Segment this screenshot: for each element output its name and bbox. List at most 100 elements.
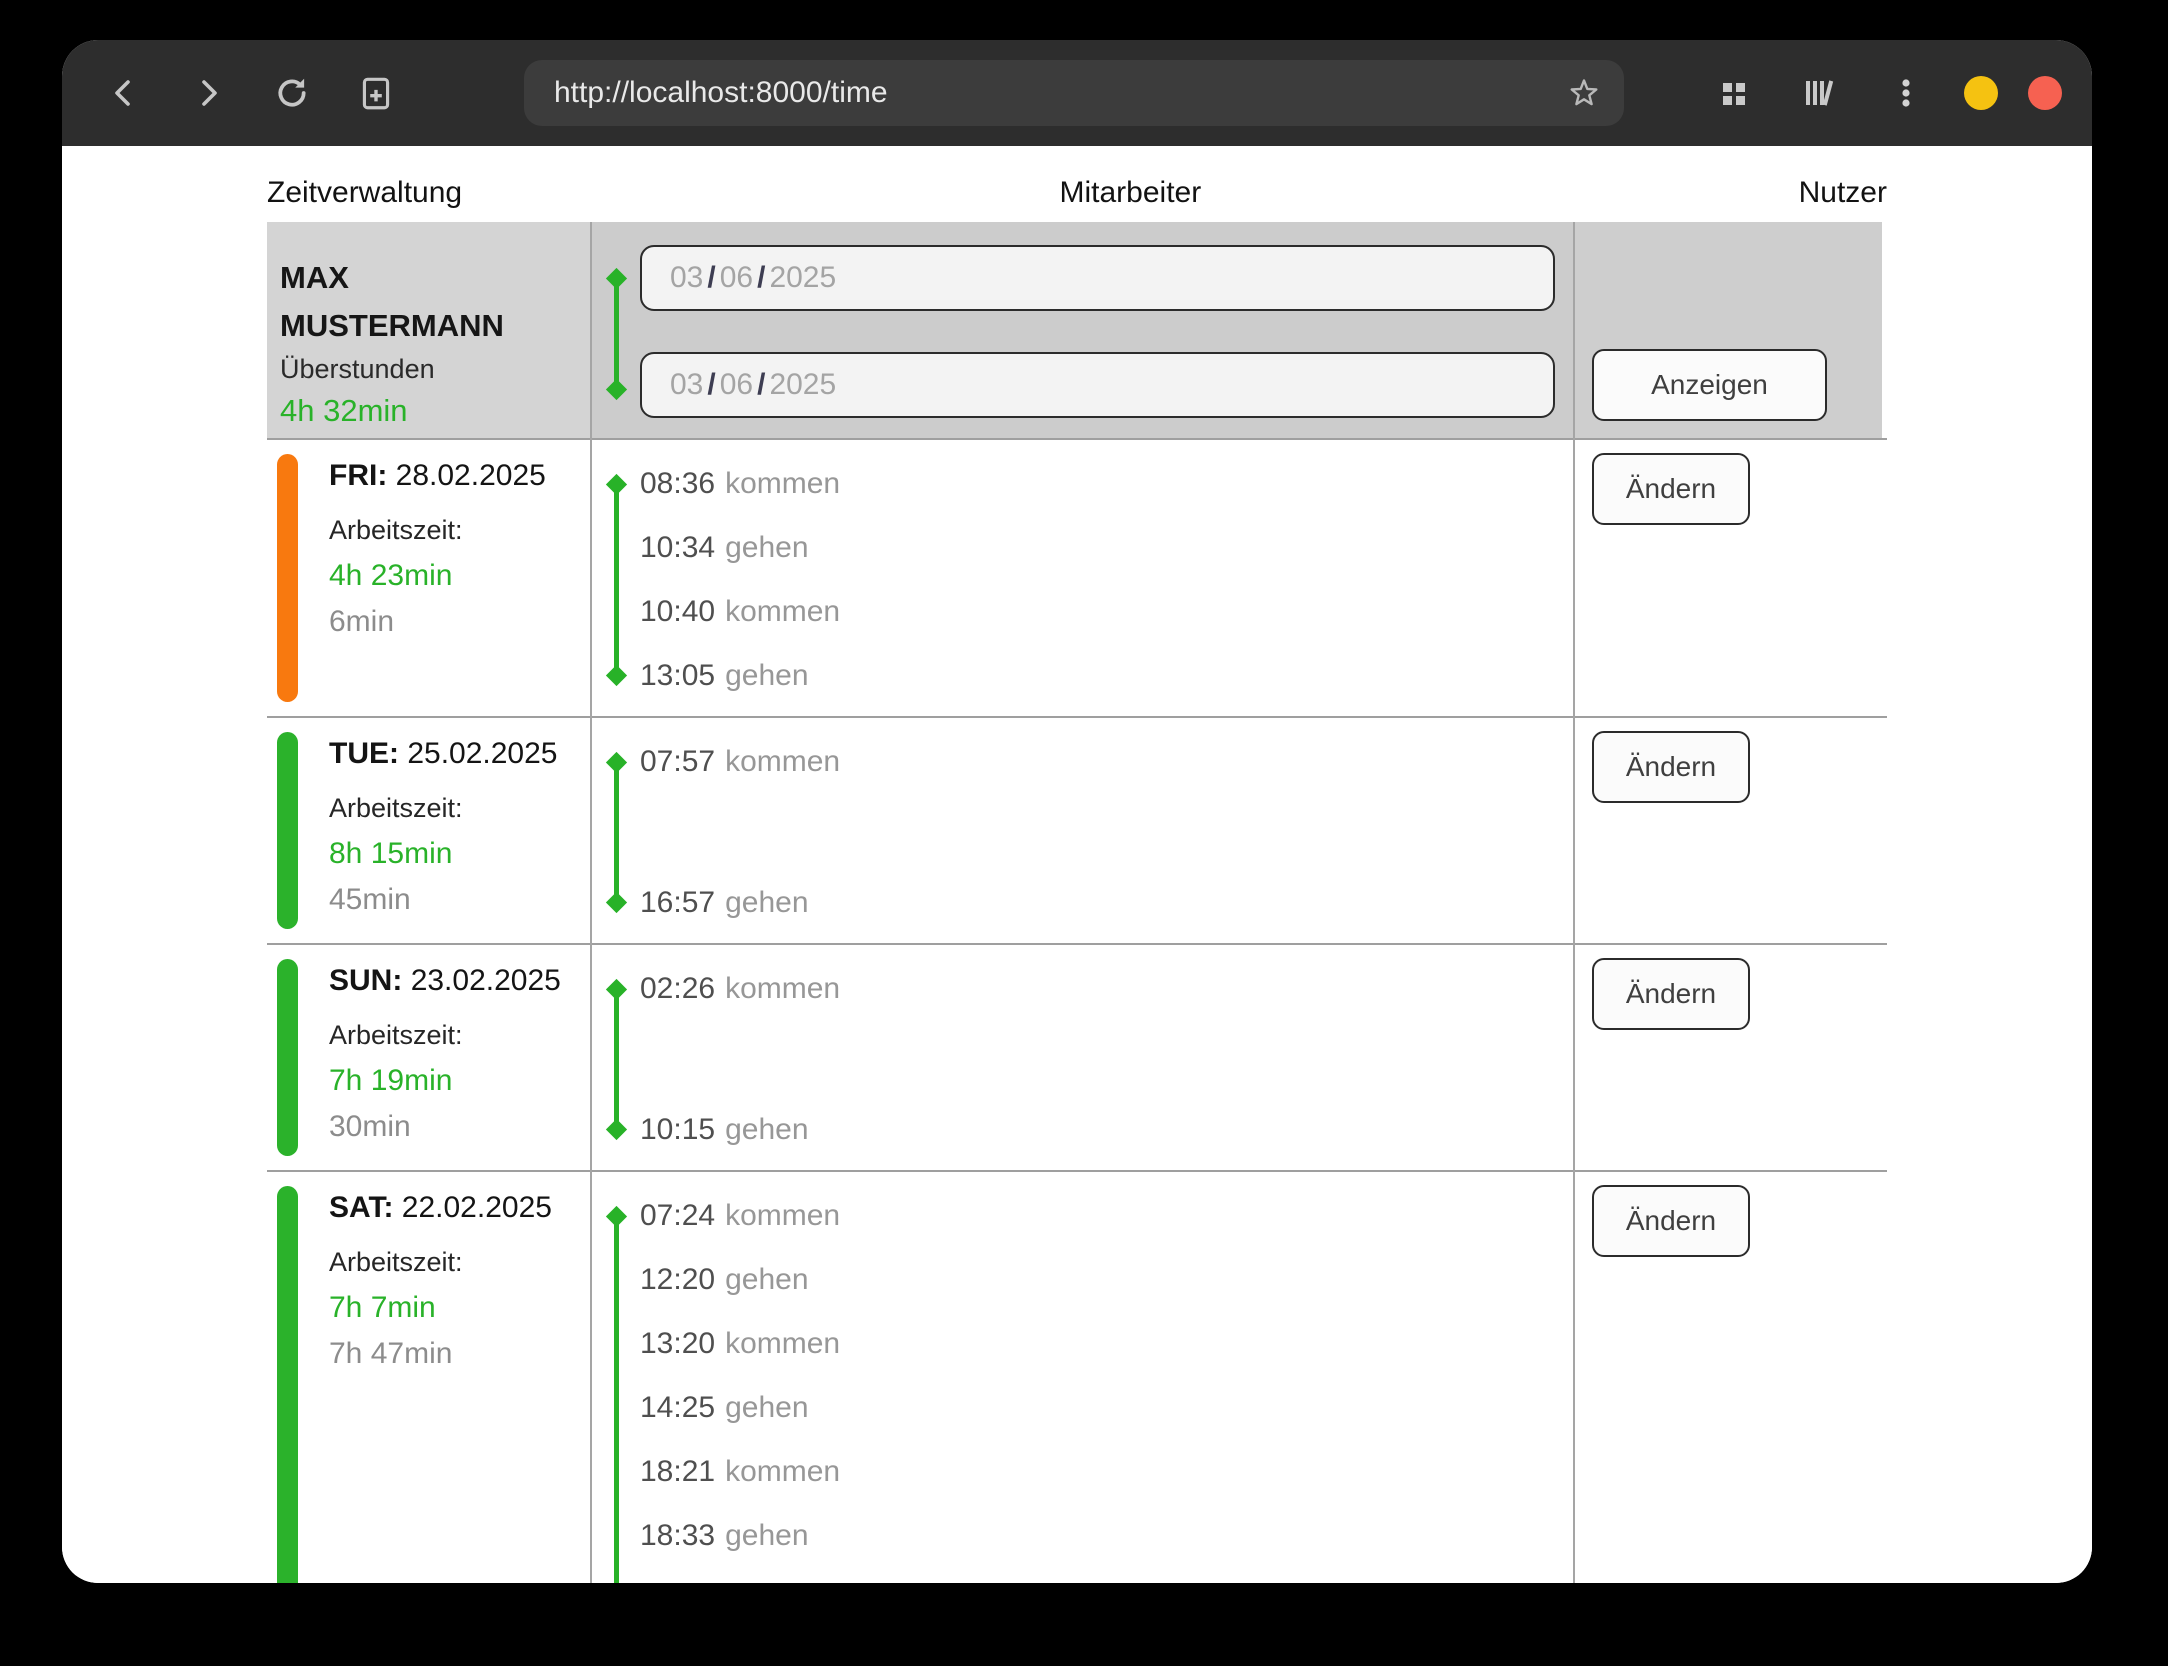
entry-kind: gehen — [725, 1263, 808, 1296]
date-to-input[interactable]: 03/06/2025 — [640, 352, 1555, 418]
entry-kind: kommen — [725, 1327, 840, 1360]
reload-button[interactable] — [264, 65, 320, 121]
aendern-button[interactable]: Ändern — [1592, 731, 1750, 803]
titlebar-right-icons — [1706, 65, 2062, 121]
nav-item-zeitverwaltung[interactable]: Zeitverwaltung — [267, 176, 462, 210]
menu-button[interactable] — [1878, 65, 1934, 121]
bookmark-star-icon[interactable] — [1566, 75, 1602, 111]
kebab-menu-icon — [1889, 73, 1923, 113]
time-entry: 13:20kommen — [590, 1312, 1573, 1376]
entry-time: 13:05 — [640, 659, 715, 692]
time-entry: 02:26kommen — [590, 957, 1573, 1021]
day-summary-cell: TUE: 25.02.2025 Arbeitszeit: 8h 15min 45… — [267, 718, 590, 943]
time-entries: 07:24kommen 12:20gehen 13:20kommen 14:25… — [590, 1172, 1573, 1583]
worktime-label: Arbeitszeit: — [329, 792, 590, 824]
time-span-connector — [614, 762, 619, 903]
entry-time: 08:36 — [640, 467, 715, 500]
employee-summary-cell: MAX MUSTERMANN Überstunden 4h 32min — [267, 222, 590, 438]
entry-time: 10:15 — [640, 1113, 715, 1146]
back-button[interactable] — [96, 65, 152, 121]
entry-kind: kommen — [725, 972, 840, 1005]
day-status-bar — [277, 732, 298, 929]
pause-value: 7h 47min — [329, 1336, 590, 1372]
date-from-input[interactable]: 03/06/2025 — [640, 245, 1555, 311]
table-header: MAX MUSTERMANN Überstunden 4h 32min 03/0… — [267, 222, 1887, 438]
pause-value: 6min — [329, 604, 590, 640]
pause-value: 30min — [329, 1109, 590, 1145]
anzeigen-button[interactable]: Anzeigen — [1592, 349, 1827, 421]
date-from-month: 03 — [670, 261, 703, 295]
forward-button[interactable] — [180, 65, 236, 121]
library-icon — [1800, 73, 1840, 113]
time-span-connector — [614, 484, 619, 676]
day-abbrev: SUN: — [329, 964, 402, 997]
time-entry: 21:34kommen — [590, 1568, 1573, 1583]
aendern-button[interactable]: Ändern — [1592, 1185, 1750, 1257]
entry-kind: gehen — [725, 886, 808, 919]
aendern-button[interactable]: Ändern — [1592, 453, 1750, 525]
entry-kind: kommen — [725, 595, 840, 628]
new-tab-button[interactable] — [348, 65, 404, 121]
date-from-day: 06 — [720, 261, 753, 295]
nav-item-mitarbeiter[interactable]: Mitarbeiter — [1060, 176, 1202, 210]
back-icon — [117, 82, 128, 104]
time-table: MAX MUSTERMANN Überstunden 4h 32min 03/0… — [267, 222, 1887, 1583]
entry-kind: gehen — [725, 531, 808, 564]
forward-icon — [204, 82, 215, 104]
aendern-button[interactable]: Ändern — [1592, 958, 1750, 1030]
time-entries: 02:26kommen 10:15 gehen — [590, 945, 1573, 1170]
new-tab-icon — [356, 73, 396, 113]
day-row: SAT: 22.02.2025 Arbeitszeit: 7h 7min 7h … — [267, 1170, 1887, 1583]
entry-kind: kommen — [725, 745, 840, 778]
library-button[interactable] — [1792, 65, 1848, 121]
time-entry: 18:33gehen — [590, 1504, 1573, 1568]
time-entry: 18:21kommen — [590, 1440, 1573, 1504]
main-nav: Zeitverwaltung Mitarbeiter Nutzer — [267, 146, 1887, 222]
worktime-label: Arbeitszeit: — [329, 1246, 590, 1278]
entry-kind: kommen — [725, 467, 840, 500]
url-text: http://localhost:8000/time — [554, 76, 1566, 110]
time-entries-cell: 07:24kommen 12:20gehen 13:20kommen 14:25… — [590, 1172, 1573, 1583]
date-to-day: 06 — [720, 368, 753, 402]
time-entries-cell: 02:26kommen 10:15 gehen — [590, 945, 1573, 1170]
pause-value: 45min — [329, 882, 590, 918]
entry-time: 18:33 — [640, 1519, 715, 1552]
worktime-label: Arbeitszeit: — [329, 1019, 590, 1051]
column-divider — [1573, 222, 1575, 1583]
day-status-bar — [277, 454, 298, 702]
entry-kind: gehen — [725, 1391, 808, 1424]
entry-kind: gehen — [725, 1113, 808, 1146]
employee-first-name: MAX — [280, 254, 590, 302]
day-date: 28.02.2025 — [396, 459, 546, 492]
day-status-bar — [277, 959, 298, 1156]
time-page: Zeitverwaltung Mitarbeiter Nutzer MAX MU… — [62, 146, 2092, 1583]
time-entry: 10:15 gehen — [590, 1098, 1573, 1162]
time-entry: 07:57kommen — [590, 730, 1573, 794]
time-entries-cell: 07:57kommen 16:57 gehen — [590, 718, 1573, 943]
day-date: 25.02.2025 — [407, 737, 557, 770]
entry-time: 07:24 — [640, 1199, 715, 1232]
time-entry: 10:34gehen — [590, 516, 1573, 580]
address-bar[interactable]: http://localhost:8000/time — [524, 60, 1624, 126]
row-action-cell: Ändern — [1573, 718, 1882, 943]
nav-item-nutzer[interactable]: Nutzer — [1799, 176, 1887, 210]
time-entry: 07:24kommen — [590, 1184, 1573, 1248]
employee-last-name: MUSTERMANN — [280, 302, 590, 350]
column-divider — [590, 222, 592, 1583]
time-entry: 13:05gehen — [590, 644, 1573, 708]
day-status-bar — [277, 1186, 298, 1583]
time-entries: 08:36kommen 10:34gehen 10:40kommen 13:05… — [590, 440, 1573, 716]
close-button[interactable] — [2028, 76, 2062, 110]
minimize-button[interactable] — [1964, 76, 1998, 110]
date-range-connector — [614, 278, 619, 390]
reload-icon — [272, 73, 312, 113]
day-summary-cell: SUN: 23.02.2025 Arbeitszeit: 7h 19min 30… — [267, 945, 590, 1170]
date-to-month: 03 — [670, 368, 703, 402]
time-entry: 14:25gehen — [590, 1376, 1573, 1440]
overtime-label: Überstunden — [280, 354, 590, 385]
day-abbrev: SAT: — [329, 1191, 393, 1224]
header-action-cell: Anzeigen — [1573, 222, 1882, 438]
apps-grid-button[interactable] — [1706, 65, 1762, 121]
day-date: 22.02.2025 — [402, 1191, 552, 1224]
entry-time: 16:57 — [640, 886, 715, 919]
